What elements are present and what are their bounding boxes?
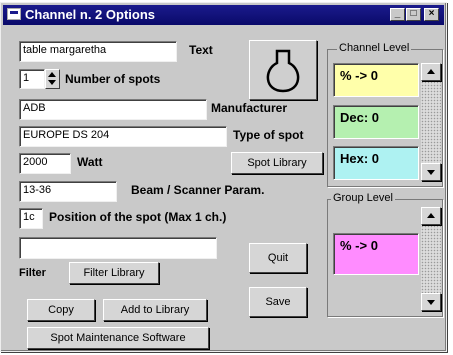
- group-level-scrollbar[interactable]: [421, 207, 441, 311]
- spot-type-label: Type of spot: [233, 128, 304, 142]
- spot-type-input[interactable]: EUROPE DS 204: [19, 126, 227, 147]
- spots-label: Number of spots: [65, 72, 161, 86]
- filter-input[interactable]: [19, 237, 217, 259]
- title-bar[interactable]: Channel n. 2 Options _ □ ×: [3, 5, 444, 25]
- group-percent-display: % -> 0: [333, 233, 419, 275]
- filter-label: Filter: [19, 267, 46, 279]
- channel-dec-display: Dec: 0: [333, 105, 419, 139]
- spot-lamp-icon: [266, 49, 300, 93]
- channel-hex-display: Hex: 0: [333, 146, 419, 180]
- quit-button[interactable]: Quit: [249, 243, 307, 273]
- manufacturer-input[interactable]: ADB: [19, 99, 207, 120]
- channel-level-title: Channel Level: [337, 42, 412, 54]
- scroll-up-icon: [427, 213, 435, 218]
- options-window: Channel n. 2 Options _ □ × table margare…: [0, 2, 447, 352]
- spin-down-icon[interactable]: [48, 80, 56, 85]
- minimize-button[interactable]: _: [390, 8, 405, 21]
- save-button[interactable]: Save: [249, 287, 307, 317]
- group-level-title: Group Level: [331, 192, 395, 204]
- spot-maintenance-button[interactable]: Spot Maintenance Software: [27, 327, 209, 349]
- spots-spinner[interactable]: [45, 69, 60, 89]
- group-scroll-up-button[interactable]: [421, 207, 441, 225]
- watt-label: Watt: [77, 155, 103, 169]
- spots-spinner-input[interactable]: 1: [19, 69, 45, 89]
- scroll-down-icon: [427, 300, 435, 305]
- scroll-down-icon: [427, 170, 435, 175]
- manufacturer-label: Manufacturer: [211, 101, 288, 115]
- channel-percent-display: % -> 0: [333, 63, 419, 97]
- beam-label: Beam / Scanner Param.: [131, 183, 265, 197]
- maximize-button[interactable]: □: [406, 8, 421, 21]
- close-button[interactable]: ×: [424, 8, 439, 21]
- position-label: Position of the spot (Max 1 ch.): [49, 210, 227, 224]
- channel-scroll-down-button[interactable]: [421, 163, 441, 181]
- watt-input[interactable]: 2000: [19, 153, 71, 174]
- text-input[interactable]: table margaretha: [19, 41, 177, 62]
- add-to-library-button[interactable]: Add to Library: [103, 299, 207, 321]
- spot-image-button[interactable]: [249, 40, 317, 100]
- position-input[interactable]: 1c: [19, 208, 43, 229]
- scroll-up-icon: [427, 69, 435, 74]
- group-scroll-down-button[interactable]: [421, 293, 441, 311]
- copy-button[interactable]: Copy: [27, 299, 95, 321]
- spot-library-button[interactable]: Spot Library: [231, 152, 323, 174]
- filter-library-button[interactable]: Filter Library: [69, 262, 159, 284]
- channel-level-scrollbar[interactable]: [421, 63, 441, 181]
- channel-scroll-up-button[interactable]: [421, 63, 441, 81]
- spin-up-icon[interactable]: [48, 72, 56, 77]
- text-label: Text: [189, 43, 213, 57]
- beam-input[interactable]: 13-36: [19, 181, 117, 202]
- window-title: Channel n. 2 Options: [25, 7, 156, 22]
- window-menu-icon[interactable]: [7, 8, 21, 20]
